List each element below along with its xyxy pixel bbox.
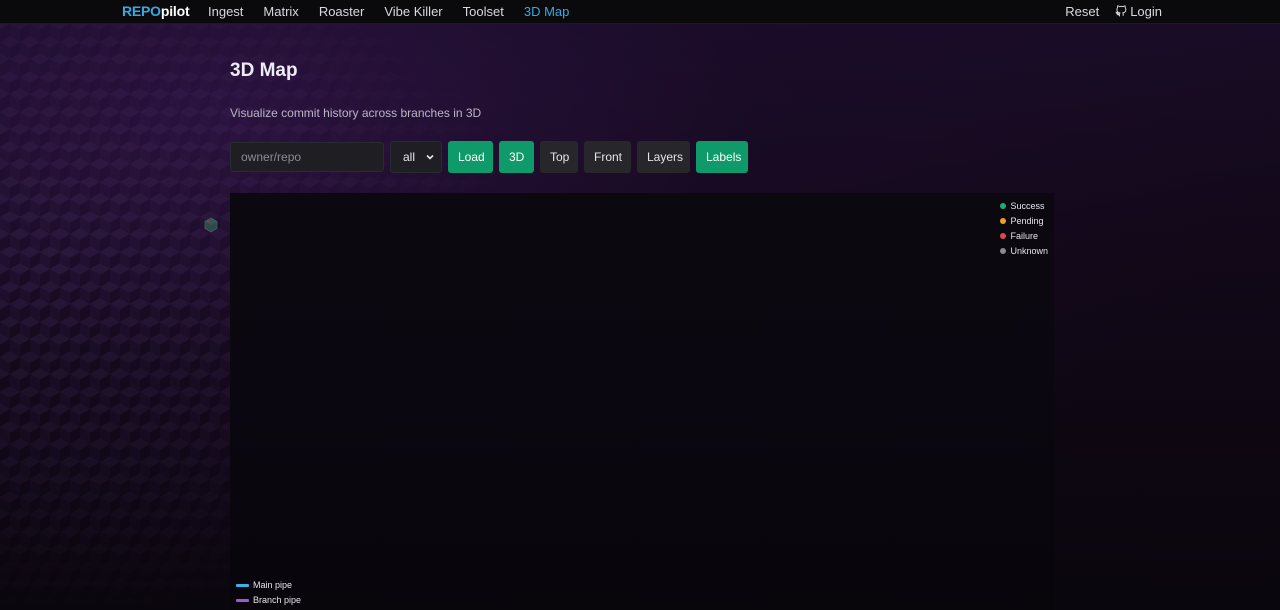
legend-item-unknown: Unknown <box>1000 246 1048 256</box>
3d-map-canvas[interactable]: Success Pending Failure Unknown Main pip… <box>230 193 1054 610</box>
view-3d-button[interactable]: 3D <box>499 141 534 173</box>
legend-label: Failure <box>1010 231 1038 241</box>
brand-logo-part2: pilot <box>160 3 190 19</box>
main-pipe-swatch-icon <box>236 583 249 587</box>
pipe-legend: Main pipe Branch pipe <box>236 580 301 605</box>
nav-link-vibe-killer[interactable]: Vibe Killer <box>384 4 442 19</box>
page-subtitle: Visualize commit history across branches… <box>230 106 482 120</box>
legend-label: Pending <box>1010 216 1044 226</box>
github-icon <box>1115 5 1127 17</box>
legend-item-success: Success <box>1000 201 1048 211</box>
legend-item-pending: Pending <box>1000 216 1048 226</box>
nav-link-3d-map[interactable]: 3D Map <box>524 4 570 19</box>
top-navbar: REPOpilot Ingest Matrix Roaster Vibe Kil… <box>0 0 1280 24</box>
status-legend: Success Pending Failure Unknown <box>1000 201 1048 256</box>
failure-dot-icon <box>1000 233 1007 239</box>
legend-label: Branch pipe <box>253 595 302 605</box>
legend-label: Unknown <box>1010 246 1048 256</box>
brand-logo-part1: REPO <box>122 3 161 19</box>
unknown-dot-icon <box>1000 248 1007 254</box>
nav-link-roaster[interactable]: Roaster <box>319 4 365 19</box>
login-label: Login <box>1130 4 1162 19</box>
legend-item-failure: Failure <box>1000 231 1048 241</box>
pending-dot-icon <box>1000 218 1007 224</box>
load-button[interactable]: Load <box>448 141 493 173</box>
hexagon-marker-icon <box>204 217 218 233</box>
branch-select[interactable]: all <box>390 141 442 173</box>
chevron-down-icon <box>426 154 434 160</box>
nav-link-ingest[interactable]: Ingest <box>208 4 243 19</box>
page-title: 3D Map <box>230 60 298 81</box>
reset-link[interactable]: Reset <box>1065 4 1099 19</box>
success-dot-icon <box>1000 203 1007 209</box>
branch-pipe-swatch-icon <box>236 598 249 602</box>
nav-link-matrix[interactable]: Matrix <box>263 4 298 19</box>
labels-toggle-button[interactable]: Labels <box>696 141 748 173</box>
nav-link-toolset[interactable]: Toolset <box>463 4 504 19</box>
repo-input[interactable] <box>230 142 384 172</box>
legend-item-branch-pipe: Branch pipe <box>236 595 301 605</box>
login-link[interactable]: Login <box>1115 4 1162 19</box>
layers-toggle-button[interactable]: Layers <box>637 141 690 173</box>
legend-item-main-pipe: Main pipe <box>236 580 301 590</box>
nav-right: Reset Login <box>1065 4 1162 19</box>
legend-label: Main pipe <box>253 580 293 590</box>
nav-links: Ingest Matrix Roaster Vibe Killer Toolse… <box>208 4 569 19</box>
view-front-button[interactable]: Front <box>584 141 631 173</box>
brand-logo[interactable]: REPOpilot <box>122 3 190 19</box>
map-controls: all Load 3D Top Front Layers Labels <box>230 141 748 173</box>
view-top-button[interactable]: Top <box>540 141 578 173</box>
reset-label: Reset <box>1065 4 1100 19</box>
legend-label: Success <box>1010 201 1045 211</box>
branch-select-value: all <box>403 150 416 164</box>
